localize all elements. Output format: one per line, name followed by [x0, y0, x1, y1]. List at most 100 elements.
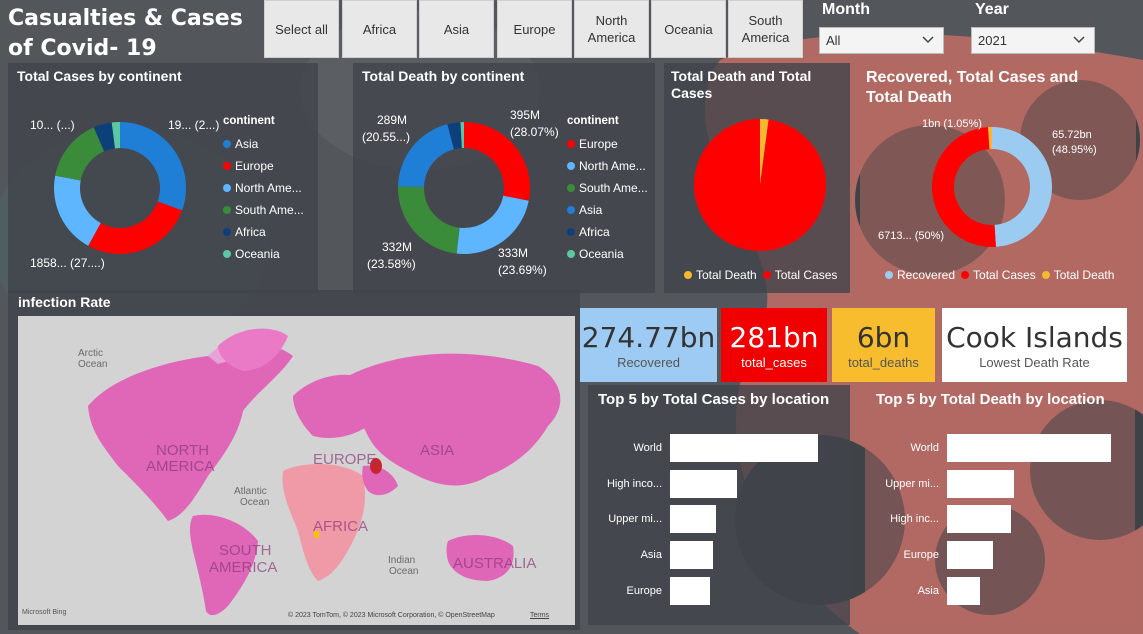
- total-death-label-europe: 395M: [510, 108, 541, 122]
- legend-item[interactable]: North Ame...: [223, 177, 304, 199]
- legend-item[interactable]: Oceania: [223, 243, 304, 265]
- bar[interactable]: [670, 541, 713, 569]
- bar[interactable]: [670, 470, 737, 498]
- top-cases-chart: World High inco... Upper mi... Asia Euro…: [580, 432, 840, 612]
- map-label-europe: EUROPE: [313, 451, 377, 468]
- map-label-south: SOUTH: [219, 542, 272, 559]
- year-dropdown[interactable]: 2021: [971, 27, 1095, 54]
- legend-label: Asia: [579, 203, 603, 217]
- legend-item[interactable]: Asia: [223, 133, 304, 155]
- legend-item[interactable]: South Ame...: [567, 177, 648, 199]
- legend-item[interactable]: Total Death: [684, 268, 757, 282]
- infection-map-title: infection Rate: [18, 294, 111, 310]
- legend-item[interactable]: Total Cases: [961, 268, 1036, 282]
- lowest-death-rate-card: Cook Islands Lowest Death Rate: [942, 308, 1127, 382]
- slicer-europe[interactable]: Europe: [497, 0, 572, 58]
- total-cases-title: Total Cases by continent: [17, 68, 182, 84]
- slicer-asia[interactable]: Asia: [419, 0, 494, 58]
- bar[interactable]: [670, 577, 710, 605]
- total-death-label-samerica: 332M: [382, 240, 413, 254]
- bar[interactable]: [947, 577, 980, 605]
- legend-item[interactable]: Asia: [567, 199, 648, 221]
- infection-map[interactable]: Arctic Ocean NORTH AMERICA EUROPE ASIA A…: [18, 316, 575, 625]
- legend-item[interactable]: Europe: [567, 133, 648, 155]
- chevron-down-icon: [922, 36, 934, 44]
- map-label-asia: ASIA: [420, 442, 455, 459]
- legend-label: Europe: [235, 159, 274, 173]
- map-terms-link[interactable]: Terms: [530, 612, 549, 619]
- slice-north-america[interactable]: [54, 175, 101, 246]
- slicer-oceania[interactable]: Oceania: [651, 0, 726, 58]
- year-label: Year: [975, 1, 1009, 18]
- month-dropdown[interactable]: All: [819, 27, 944, 54]
- slicer-south-america[interactable]: South America: [728, 0, 803, 58]
- legend-item[interactable]: Total Cases: [762, 268, 838, 282]
- bar-label: Europe: [903, 549, 939, 561]
- legend-item[interactable]: South Ame...: [223, 199, 304, 221]
- total-death-label-asia: 289M: [377, 113, 408, 127]
- legend-item[interactable]: North Ame...: [567, 155, 648, 177]
- top-death-title: Top 5 by Total Death by location: [876, 391, 1105, 408]
- total-cases-legend: Asia Europe North Ame... South Ame... Af…: [223, 133, 304, 265]
- slice-total-cases[interactable]: [694, 119, 826, 251]
- top-cases-title: Top 5 by Total Cases by location: [598, 391, 830, 408]
- map-attribution[interactable]: © 2023 TomTom, © 2023 Microsoft Corporat…: [288, 612, 495, 619]
- slicer-africa[interactable]: Africa: [342, 0, 417, 58]
- total-death-label-samerica-pct: (23.58%): [367, 257, 416, 271]
- legend-label: South Ame...: [579, 181, 648, 195]
- slice-recovered[interactable]: [992, 127, 1053, 247]
- legend-item[interactable]: Europe: [223, 155, 304, 177]
- lowest-death-rate-label: Lowest Death Rate: [979, 354, 1090, 370]
- bar[interactable]: [947, 434, 1111, 462]
- legend-item[interactable]: Africa: [567, 221, 648, 243]
- month-label: Month: [822, 1, 870, 18]
- bar[interactable]: [947, 470, 1014, 498]
- total-cases-card-value: 281bn: [729, 320, 819, 354]
- map-label-north-america: AMERICA: [146, 458, 215, 475]
- map-label-south-america: AMERICA: [209, 559, 278, 576]
- bar[interactable]: [670, 505, 716, 533]
- legend-item[interactable]: Oceania: [567, 243, 648, 265]
- death-cases-title: Total Death and Total Cases: [671, 68, 812, 101]
- total-deaths-card-label: total_deaths: [848, 354, 919, 370]
- total-deaths-card-value: 6bn: [856, 320, 911, 354]
- total-cases-label-south-america: 10... (...): [30, 118, 75, 132]
- bar-label: Asia: [640, 549, 662, 561]
- map-label-atlantic: Atlantic: [234, 486, 267, 497]
- recovered-card-value: 274.77bn: [581, 320, 716, 354]
- legend-label: Africa: [235, 225, 266, 239]
- slice-south-america[interactable]: [55, 127, 105, 181]
- total-cases-label-europe: 1858... (27....): [30, 256, 105, 270]
- total-death-label-namerica: 333M: [498, 246, 529, 260]
- bar[interactable]: [670, 434, 818, 462]
- bar[interactable]: [947, 505, 1011, 533]
- bar[interactable]: [947, 541, 993, 569]
- bar-label: Europe: [626, 585, 662, 597]
- legend-item[interactable]: Africa: [223, 221, 304, 243]
- legend-item[interactable]: Recovered: [885, 268, 955, 282]
- slicer-select-all[interactable]: Select all: [264, 0, 339, 58]
- total-deaths-card: 6bn total_deaths: [832, 308, 935, 382]
- map-label-indian: Indian: [388, 555, 416, 566]
- legend-label: Oceania: [235, 247, 280, 261]
- chevron-down-icon: [1073, 36, 1085, 44]
- map-label-africa: AFRICA: [313, 518, 369, 535]
- death-cases-legend: Total Death Total Cases: [684, 268, 837, 282]
- recovered-label-recovered: 65.72bn: [1052, 129, 1092, 141]
- slicer-north-america[interactable]: North America: [574, 0, 649, 58]
- legend-label: Asia: [235, 137, 259, 151]
- death-cases-pie[interactable]: [693, 118, 827, 252]
- recovered-card: 274.77bn Recovered: [580, 308, 717, 382]
- total-death-title: Total Death by continent: [362, 68, 525, 84]
- legend-label: Total Death: [696, 268, 757, 282]
- legend-label: Total Cases: [774, 268, 838, 282]
- legend-label: Total Cases: [973, 268, 1036, 282]
- total-cases-donut[interactable]: [50, 118, 190, 258]
- legend-label: North Ame...: [579, 159, 646, 173]
- recovered-title: Recovered, Total Cases and Total Death: [866, 69, 1079, 106]
- legend-label: Africa: [579, 225, 610, 239]
- slice-asia[interactable]: [120, 122, 186, 211]
- legend-item[interactable]: Total Death: [1041, 268, 1114, 282]
- recovered-donut[interactable]: [929, 124, 1055, 250]
- slice-europe[interactable]: [88, 201, 183, 254]
